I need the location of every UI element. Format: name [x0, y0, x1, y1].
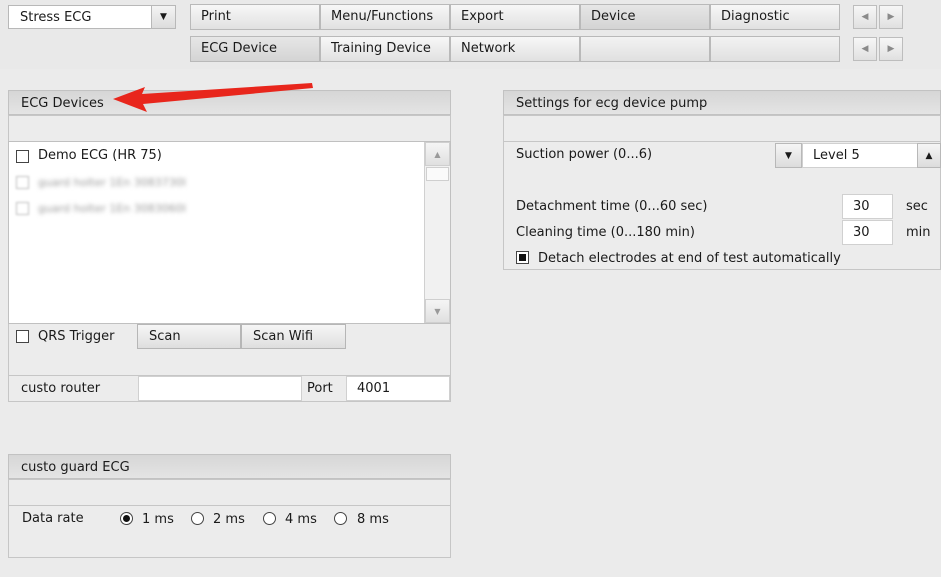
top-toolbar: Stress ECG ▼ Print Menu/Functions Export…: [0, 0, 941, 69]
tab-empty-2: [710, 36, 840, 62]
ecg-devices-title: ECG Devices: [21, 96, 104, 111]
device-checkbox[interactable]: [16, 176, 29, 189]
guard-ecg-header: custo guard ECG: [8, 454, 451, 479]
device-checkbox[interactable]: [16, 202, 29, 215]
scroll-up-icon[interactable]: ▲: [425, 142, 450, 166]
tab-print[interactable]: Print: [190, 4, 320, 30]
cleaning-time-input[interactable]: 30: [842, 220, 893, 245]
device-list-scrollbar[interactable]: ▲ ▼: [424, 142, 450, 323]
tab-network[interactable]: Network: [450, 36, 580, 62]
detachment-unit: sec: [906, 199, 928, 214]
scroll-down-icon[interactable]: ▼: [425, 299, 450, 323]
scrollbar-thumb[interactable]: [426, 167, 449, 181]
ecg-devices-toolbar-strip: [8, 115, 451, 142]
cleaning-time-label: Cleaning time (0...180 min): [516, 225, 695, 240]
scroll-left-icon[interactable]: ◀: [853, 5, 877, 29]
pump-settings-header: Settings for ecg device pump: [503, 90, 941, 115]
scroll-left-icon[interactable]: ◀: [853, 37, 877, 61]
scan-wifi-button[interactable]: Scan Wifi: [241, 324, 346, 349]
qrs-trigger-label: QRS Trigger: [38, 329, 115, 344]
detachment-time-label: Detachment time (0...60 sec): [516, 199, 708, 214]
router-input[interactable]: [138, 376, 302, 401]
pump-settings-body: Suction power (0...6) ▼ Level 5 ▲ Detach…: [503, 141, 941, 270]
device-checkbox[interactable]: [16, 150, 29, 163]
guard-ecg-strip: [8, 479, 451, 506]
tab-training-device[interactable]: Training Device: [320, 36, 450, 62]
suction-power-value[interactable]: Level 5: [802, 143, 918, 168]
qrs-trigger-checkbox[interactable]: [16, 330, 29, 343]
rate-8ms-radio[interactable]: [334, 512, 347, 525]
port-input[interactable]: 4001: [346, 376, 450, 401]
data-rate-label: Data rate: [22, 511, 84, 526]
device-list[interactable]: Demo ECG (HR 75) guard holter 1En 308373…: [8, 141, 451, 324]
profile-select[interactable]: Stress ECG ▼: [8, 5, 176, 29]
rate-2ms-label: 2 ms: [213, 512, 245, 527]
profile-select-value: Stress ECG: [20, 9, 92, 25]
tab-menu-functions[interactable]: Menu/Functions: [320, 4, 450, 30]
detach-auto-checkbox[interactable]: [516, 251, 529, 264]
suction-decrease-button[interactable]: ▼: [775, 143, 802, 168]
router-label: custo router: [21, 381, 101, 396]
rate-4ms-label: 4 ms: [285, 512, 317, 527]
rate-1ms-radio[interactable]: [120, 512, 133, 525]
suction-increase-button[interactable]: ▲: [917, 143, 941, 168]
tab-device[interactable]: Device: [580, 4, 710, 30]
tab-empty-1: [580, 36, 710, 62]
scroll-right-icon[interactable]: ▶: [879, 5, 903, 29]
ecg-devices-header: ECG Devices: [8, 90, 451, 115]
port-label: Port: [307, 381, 333, 396]
router-row: custo router Port 4001: [8, 375, 451, 402]
suction-power-label: Suction power (0...6): [516, 147, 653, 162]
device-label: guard holter 1En 3083060I: [38, 202, 187, 215]
rate-1ms-label: 1 ms: [142, 512, 174, 527]
cleaning-unit: min: [906, 225, 931, 240]
pump-settings-strip: [503, 115, 941, 142]
scroll-right-icon[interactable]: ▶: [879, 37, 903, 61]
device-label: Demo ECG (HR 75): [38, 148, 162, 163]
rate-8ms-label: 8 ms: [357, 512, 389, 527]
device-label: guard holter 1En 3083730I: [38, 176, 187, 189]
detach-auto-label: Detach electrodes at end of test automat…: [538, 251, 841, 266]
chevron-down-icon[interactable]: ▼: [151, 6, 175, 28]
detachment-time-input[interactable]: 30: [842, 194, 893, 219]
pump-settings-title: Settings for ecg device pump: [516, 96, 708, 111]
scan-button[interactable]: Scan: [137, 324, 241, 349]
rate-2ms-radio[interactable]: [191, 512, 204, 525]
guard-ecg-body: Data rate 1 ms 2 ms 4 ms 8 ms: [8, 505, 451, 558]
tab-export[interactable]: Export: [450, 4, 580, 30]
tab-diagnostic[interactable]: Diagnostic: [710, 4, 840, 30]
tab-ecg-device[interactable]: ECG Device: [190, 36, 320, 62]
rate-4ms-radio[interactable]: [263, 512, 276, 525]
guard-ecg-title: custo guard ECG: [21, 460, 130, 475]
